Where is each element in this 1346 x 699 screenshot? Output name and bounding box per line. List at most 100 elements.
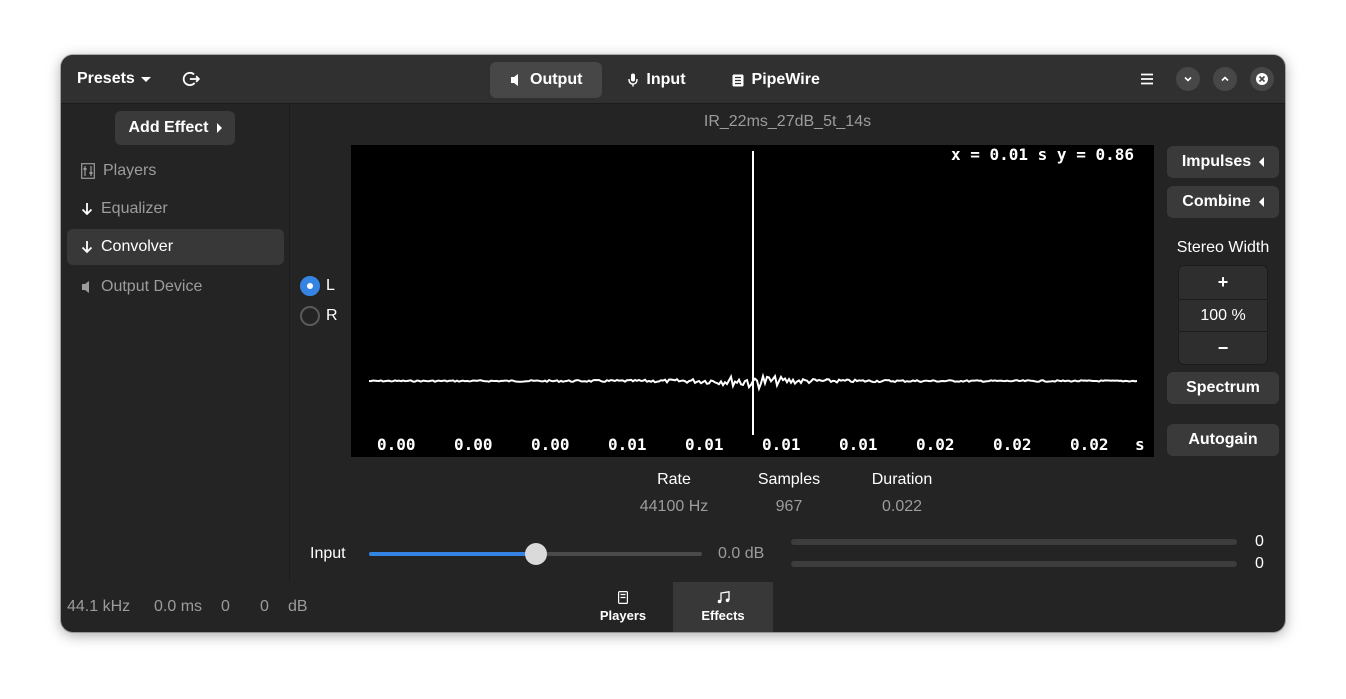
effects-sidebar: Add Effect Players Equalizer Convolver O… (61, 105, 290, 582)
tab-output-label: Output (530, 71, 583, 88)
x-tick-label: 0.01 (839, 435, 878, 454)
status-level-b: 0 (260, 598, 269, 615)
slider-handle[interactable] (524, 543, 547, 565)
chevron-down-icon (1184, 76, 1192, 82)
impulse-waveform (368, 151, 1138, 435)
close-button[interactable] (1250, 67, 1274, 91)
x-tick-label: 0.00 (531, 435, 570, 454)
close-icon (1256, 73, 1268, 85)
view-switcher: Output Input PipeWire (490, 62, 840, 98)
main-menu-button[interactable] (1135, 67, 1159, 91)
music-note-icon (717, 591, 730, 604)
bottom-tab-label: Effects (701, 608, 745, 623)
rate-value: 44100 Hz (639, 498, 709, 515)
add-effect-label: Add Effect (128, 119, 209, 136)
x-tick-label: 0.02 (1070, 435, 1109, 454)
exit-icon (182, 71, 200, 87)
samples-value: 967 (775, 498, 803, 515)
rate-info: Rate 44100 Hz (624, 471, 724, 516)
bottom-tab-effects[interactable]: Effects (673, 582, 773, 632)
bottom-tab-label: Players (599, 608, 647, 623)
x-tick-label: 0.01 (762, 435, 801, 454)
increase-button[interactable]: + (1179, 266, 1267, 299)
level-left-value: 0 (1255, 533, 1264, 550)
hamburger-icon (1141, 73, 1153, 85)
add-effect-button[interactable]: Add Effect (115, 111, 235, 145)
caret-left-icon (1258, 197, 1264, 207)
coordinate-readout: x = 0.01 s y = 0.86 (950, 145, 1134, 164)
duration-info: Duration 0.022 (852, 471, 952, 516)
x-tick-label: 0.00 (454, 435, 493, 454)
duration-label: Duration (871, 471, 933, 488)
status-level-a: 0 (221, 598, 230, 615)
minimize-button[interactable] (1176, 67, 1200, 91)
x-unit-label: s (1135, 435, 1145, 454)
decrease-button[interactable]: − (1179, 332, 1267, 365)
channel-left-radio[interactable]: L (300, 276, 335, 296)
impulses-label: Impulses (1181, 153, 1252, 170)
header-bar: Presets Output Input PipeWire (61, 55, 1285, 104)
presets-label: Presets (77, 70, 135, 87)
caret-right-icon (216, 123, 222, 133)
x-axis-ticks: 0.00 0.00 0.00 0.01 0.01 0.01 0.01 0.02 … (351, 435, 1154, 457)
x-tick-label: 0.00 (377, 435, 416, 454)
tab-pipewire-label: PipeWire (751, 71, 820, 88)
caret-left-icon (1259, 157, 1265, 167)
radio-indicator (300, 276, 320, 296)
combine-button[interactable]: Combine (1167, 186, 1279, 218)
chevron-down-icon (140, 76, 151, 82)
impulses-button[interactable]: Impulses (1167, 146, 1279, 178)
tab-input-label: Input (646, 71, 686, 88)
stereo-width-spinbutton: + 100 % − (1178, 265, 1268, 365)
stereo-width-value[interactable]: 100 % (1179, 299, 1267, 332)
x-tick-label: 0.02 (916, 435, 955, 454)
input-gain-value: 0.0 dB (718, 545, 765, 562)
sidebar-item-label: Players (103, 162, 157, 179)
sidebar-item-output-device[interactable]: Output Device (67, 269, 284, 305)
sidebar-item-equalizer[interactable]: Equalizer (67, 191, 284, 227)
sidebar-item-label: Convolver (101, 238, 174, 255)
spectrum-label: Spectrum (1186, 379, 1260, 396)
arrow-down-icon (81, 241, 93, 254)
autogain-button[interactable]: Autogain (1167, 424, 1279, 456)
input-gain-label: Input (310, 545, 346, 562)
microphone-icon (628, 73, 639, 87)
exit-button[interactable] (174, 62, 208, 96)
sidebar-item-players[interactable]: Players (67, 153, 284, 189)
tab-output[interactable]: Output (490, 62, 603, 98)
chevron-up-icon (1221, 76, 1229, 82)
tab-input[interactable]: Input (608, 62, 705, 98)
pipewire-icon (732, 74, 744, 86)
sidebar-item-label: Equalizer (101, 200, 168, 217)
impulse-plot[interactable]: x = 0.01 s y = 0.86 0.00 0.00 0.00 0.01 … (351, 145, 1154, 457)
duration-value: 0.022 (881, 498, 923, 515)
bottom-tab-players[interactable]: Players (573, 582, 673, 632)
presets-menu-button[interactable]: Presets (71, 62, 157, 96)
rate-label: Rate (657, 471, 691, 488)
spectrum-button[interactable]: Spectrum (1167, 372, 1279, 404)
combine-label: Combine (1182, 193, 1251, 210)
channel-right-label: R (326, 307, 338, 324)
sidebar-item-label: Output Device (101, 278, 203, 295)
level-meter-right (791, 561, 1237, 567)
slider-fill (369, 552, 536, 556)
stereo-width-label: Stereo Width (1176, 239, 1270, 256)
x-tick-label: 0.01 (608, 435, 647, 454)
input-gain-slider[interactable] (369, 543, 702, 565)
radio-indicator (300, 306, 320, 326)
level-meter-left (791, 539, 1237, 545)
samples-label: Samples (757, 471, 821, 488)
tab-pipewire[interactable]: PipeWire (712, 62, 840, 98)
level-right-value: 0 (1255, 555, 1264, 572)
channel-right-radio[interactable]: R (300, 306, 338, 326)
x-tick-label: 0.01 (685, 435, 724, 454)
players-tab-icon (618, 591, 628, 604)
channel-left-label: L (326, 277, 335, 294)
speaker-icon (511, 74, 518, 86)
status-unit: dB (288, 598, 308, 615)
sample-rate: 44.1 kHz (67, 598, 131, 615)
latency: 0.0 ms (154, 598, 203, 615)
maximize-button[interactable] (1213, 67, 1237, 91)
samples-info: Samples 967 (739, 471, 839, 516)
sidebar-item-convolver[interactable]: Convolver (67, 229, 284, 265)
